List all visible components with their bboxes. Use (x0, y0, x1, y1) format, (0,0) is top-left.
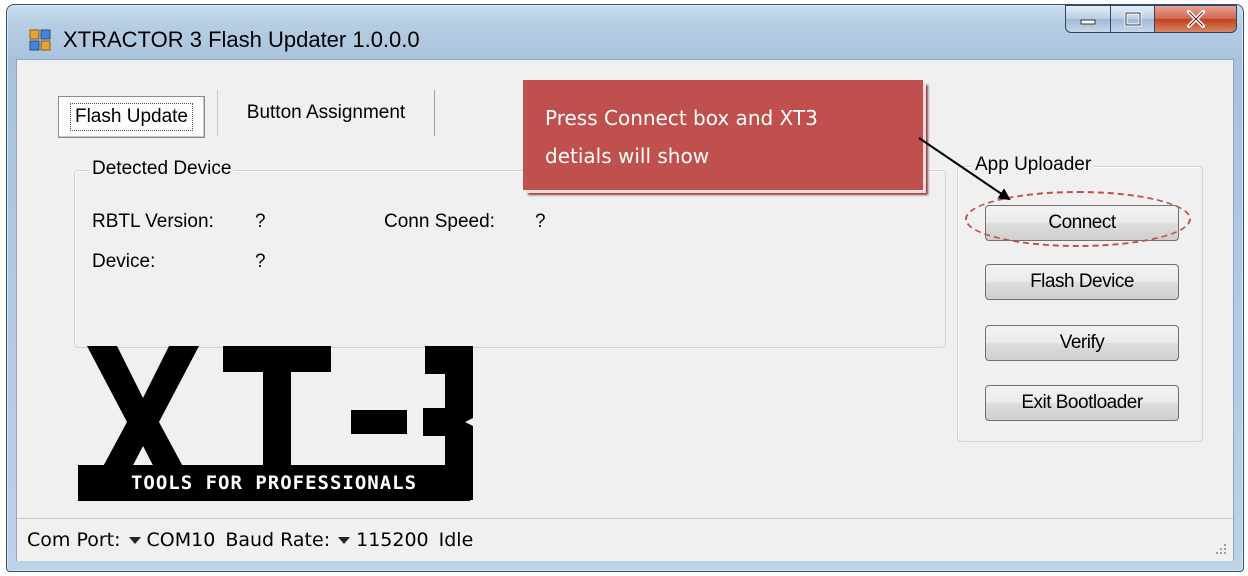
window-controls (1065, 5, 1237, 35)
logo-tagline: TOOLS FOR PROFESSIONALS (78, 465, 470, 501)
minimize-icon (1080, 19, 1096, 25)
window-title: XTRACTOR 3 Flash Updater 1.0.0.0 (63, 27, 420, 52)
device-value: ? (255, 251, 266, 272)
flash-device-button[interactable]: Flash Device (985, 264, 1179, 300)
minimize-button[interactable] (1065, 5, 1111, 33)
annotation-callout: Press Connect box and XT3 detials will s… (523, 80, 923, 190)
close-button[interactable] (1155, 5, 1237, 33)
rbtl-version-label: RBTL Version: (92, 211, 214, 232)
title-bar[interactable]: XTRACTOR 3 Flash Updater 1.0.0.0 (7, 5, 1243, 59)
tab-button-assignment[interactable]: Button Assignment (217, 90, 435, 136)
baud-rate-value[interactable]: 115200 (356, 529, 429, 551)
com-port-label: Com Port: (27, 529, 121, 551)
close-icon (1186, 10, 1205, 28)
maximize-icon (1124, 11, 1141, 27)
device-label: Device: (92, 251, 156, 272)
conn-speed-label: Conn Speed: (384, 211, 495, 232)
connect-highlight-ellipse (965, 191, 1191, 247)
baud-rate-label: Baud Rate: (225, 529, 331, 551)
status-text: Idle (438, 529, 474, 551)
com-port-dropdown-icon[interactable] (128, 536, 141, 544)
app-icon (29, 29, 51, 51)
com-port-value[interactable]: COM10 (147, 529, 216, 551)
verify-button[interactable]: Verify (985, 325, 1179, 361)
conn-speed-value: ? (535, 211, 546, 232)
callout-line-1: Press Connect box and XT3 (545, 106, 818, 130)
tab-flash-update[interactable]: Flash Update (58, 96, 205, 138)
app-uploader-legend: App Uploader (972, 154, 1095, 176)
maximize-button[interactable] (1111, 5, 1155, 33)
com-port-item: Com Port: COM10 (27, 529, 215, 551)
tab-flash-update-label: Flash Update (69, 103, 193, 131)
baud-rate-item: Baud Rate: 115200 (225, 529, 428, 551)
detected-device-legend: Detected Device (89, 158, 235, 180)
rbtl-version-value: ? (255, 211, 266, 232)
resize-grip-icon[interactable] (1213, 541, 1227, 555)
detected-device-group: Detected Device RBTL Version: ? Conn Spe… (74, 158, 946, 348)
exit-bootloader-button[interactable]: Exit Bootloader (985, 385, 1179, 421)
tab-button-assignment-label: Button Assignment (246, 102, 406, 123)
status-bar: Com Port: COM10 Baud Rate: 115200 Idle (17, 518, 1233, 561)
callout-line-2: detials will show (545, 144, 710, 168)
baud-rate-dropdown-icon[interactable] (338, 536, 351, 544)
status-item: Idle (439, 529, 474, 551)
app-window: XTRACTOR 3 Flash Updater 1.0.0.0 Flash U… (6, 4, 1244, 572)
client-area: Flash Update Button Assignment Detected … (16, 59, 1234, 561)
